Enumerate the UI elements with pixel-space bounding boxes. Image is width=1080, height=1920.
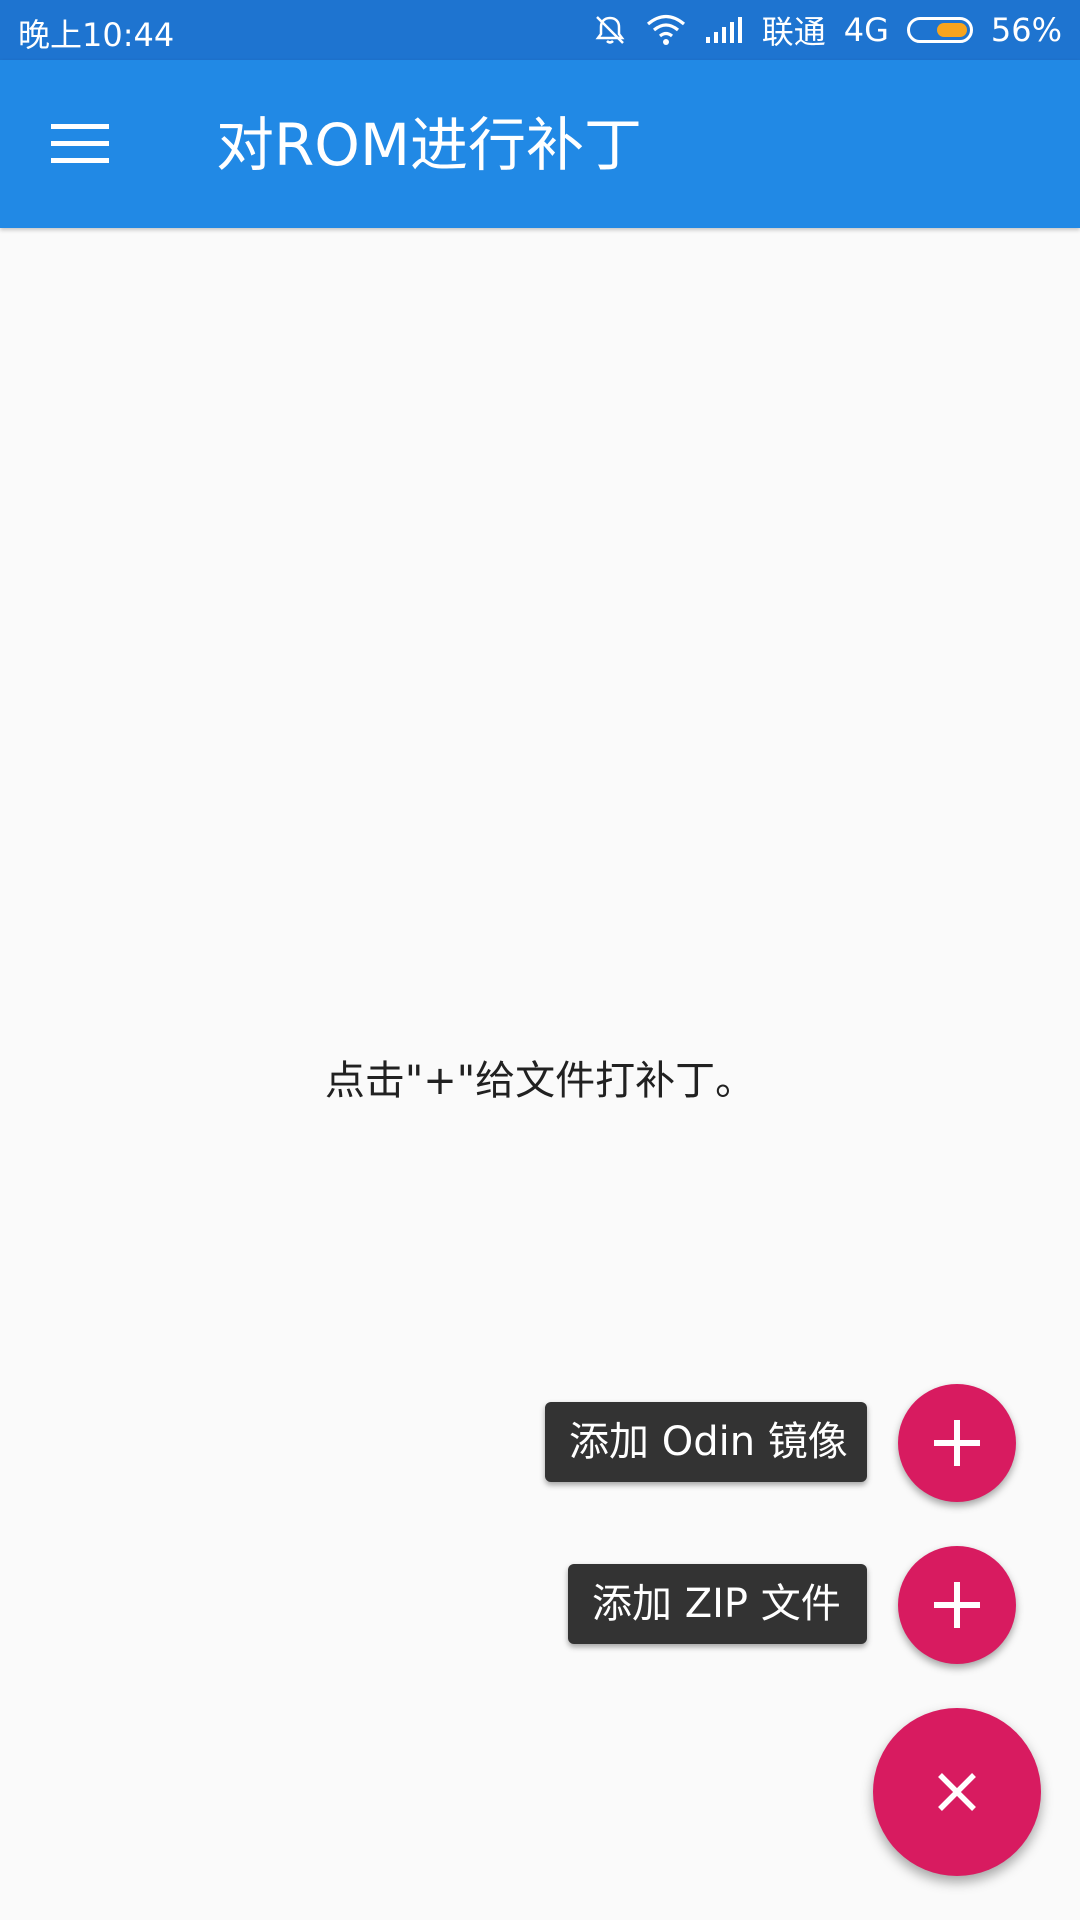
battery-icon: [906, 17, 973, 43]
menu-icon: [51, 124, 109, 163]
add-zip-file-label[interactable]: 添加 ZIP 文件: [568, 1564, 867, 1644]
page-title: 对ROM进行补丁: [216, 111, 642, 179]
app-bar: 对ROM进行补丁: [0, 60, 1080, 228]
battery-level: [936, 23, 967, 37]
status-icons: 联通 4G 56%: [592, 6, 1062, 54]
status-time: 晚上10:44: [18, 16, 175, 54]
carrier-name: 联通: [761, 13, 826, 51]
wifi-icon: [646, 13, 686, 47]
empty-state-message: 点击"+"给文件打补丁。: [324, 1058, 756, 1104]
add-odin-image-label[interactable]: 添加 Odin 镜像: [545, 1402, 867, 1482]
status-bar: 晚上10:44 联通 4G 56%: [0, 0, 1080, 60]
plus-icon: [934, 1420, 980, 1466]
battery-percent: 56%: [990, 11, 1062, 49]
close-fab-menu-button[interactable]: [873, 1708, 1041, 1876]
network-type: 4G: [843, 11, 889, 49]
plus-icon: [934, 1582, 980, 1628]
close-icon: [938, 1773, 976, 1811]
add-zip-file-button[interactable]: [898, 1546, 1016, 1664]
menu-button[interactable]: [40, 104, 120, 184]
screen: 晚上10:44 联通 4G 56% 对ROM进行补丁 点击"+"给文件打补丁。 …: [0, 0, 1080, 1920]
signal-icon: [704, 15, 744, 45]
alarm-off-icon: [592, 12, 628, 48]
add-odin-image-button[interactable]: [898, 1384, 1016, 1502]
